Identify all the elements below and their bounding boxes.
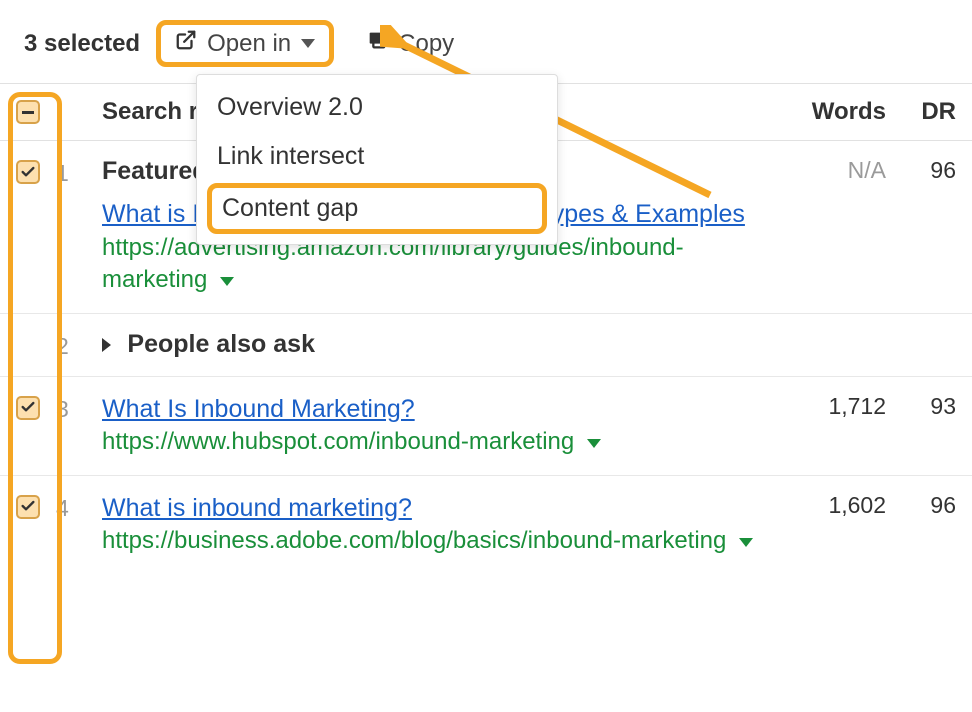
words-value: N/A — [786, 157, 906, 184]
row-checkbox[interactable] — [16, 396, 40, 420]
select-all-checkbox[interactable] — [16, 100, 40, 124]
result-url[interactable]: https://www.hubspot.com/inbound-marketin… — [102, 428, 574, 455]
dropdown-item-content-gap[interactable]: Content gap — [207, 183, 547, 234]
column-header-dr[interactable]: DR — [906, 98, 972, 126]
minus-icon — [22, 111, 34, 114]
copy-label: Copy — [398, 30, 454, 58]
row-number: 4 — [56, 492, 92, 522]
table-row: 4 What is inbound marketing? https://bus… — [0, 476, 972, 574]
result-title-link[interactable]: What Is Inbound Marketing? — [102, 395, 415, 423]
table-row: 3 What Is Inbound Marketing? https://www… — [0, 377, 972, 476]
chevron-down-icon — [301, 39, 315, 48]
result-title-link[interactable]: What is inbound marketing? — [102, 494, 412, 522]
url-dropdown-icon[interactable] — [220, 277, 234, 286]
result-url[interactable]: https://business.adobe.com/blog/basics/i… — [102, 527, 726, 554]
copy-icon — [366, 29, 388, 58]
check-icon — [20, 159, 36, 186]
row-number: 1 — [56, 157, 92, 187]
table-row: 2 People also ask — [0, 314, 972, 377]
dropdown-item-overview[interactable]: Overview 2.0 — [197, 83, 557, 132]
copy-button[interactable]: Copy — [354, 23, 466, 64]
open-in-button[interactable]: Open in — [156, 20, 334, 67]
words-value: 1,712 — [786, 393, 906, 420]
row-number: 2 — [56, 330, 92, 360]
words-value: 1,602 — [786, 492, 906, 519]
dr-value: 96 — [906, 157, 972, 184]
open-in-dropdown: Overview 2.0 Link intersect Content gap — [196, 74, 558, 245]
selected-count-label: 3 selected — [24, 30, 140, 58]
url-dropdown-icon[interactable] — [587, 439, 601, 448]
url-dropdown-icon[interactable] — [739, 538, 753, 547]
expand-icon[interactable] — [102, 338, 111, 352]
check-icon — [20, 493, 36, 520]
check-icon — [20, 394, 36, 421]
open-in-label: Open in — [207, 30, 291, 58]
people-also-ask-label[interactable]: People also ask — [127, 330, 315, 358]
row-checkbox[interactable] — [16, 160, 40, 184]
dropdown-item-link-intersect[interactable]: Link intersect — [197, 132, 557, 181]
column-header-words[interactable]: Words — [786, 98, 906, 126]
dr-value: 96 — [906, 492, 972, 519]
row-checkbox[interactable] — [16, 495, 40, 519]
external-link-icon — [175, 29, 197, 58]
dr-value: 93 — [906, 393, 972, 420]
row-number: 3 — [56, 393, 92, 423]
toolbar: 3 selected Open in Copy — [0, 0, 972, 83]
